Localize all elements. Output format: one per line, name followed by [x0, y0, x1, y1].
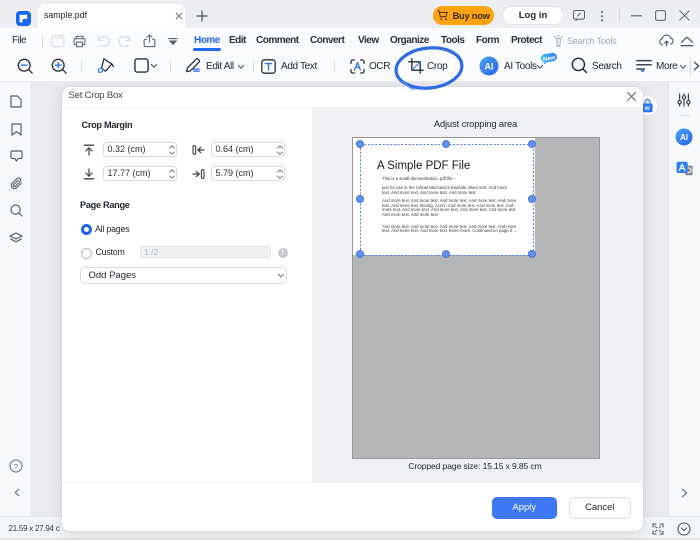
svg-text:AI: AI: [680, 133, 688, 142]
svg-text:?: ?: [14, 462, 18, 471]
svg-text:New: New: [543, 55, 557, 63]
svg-text:w: w: [644, 104, 651, 111]
svg-text:AI: AI: [485, 61, 494, 71]
